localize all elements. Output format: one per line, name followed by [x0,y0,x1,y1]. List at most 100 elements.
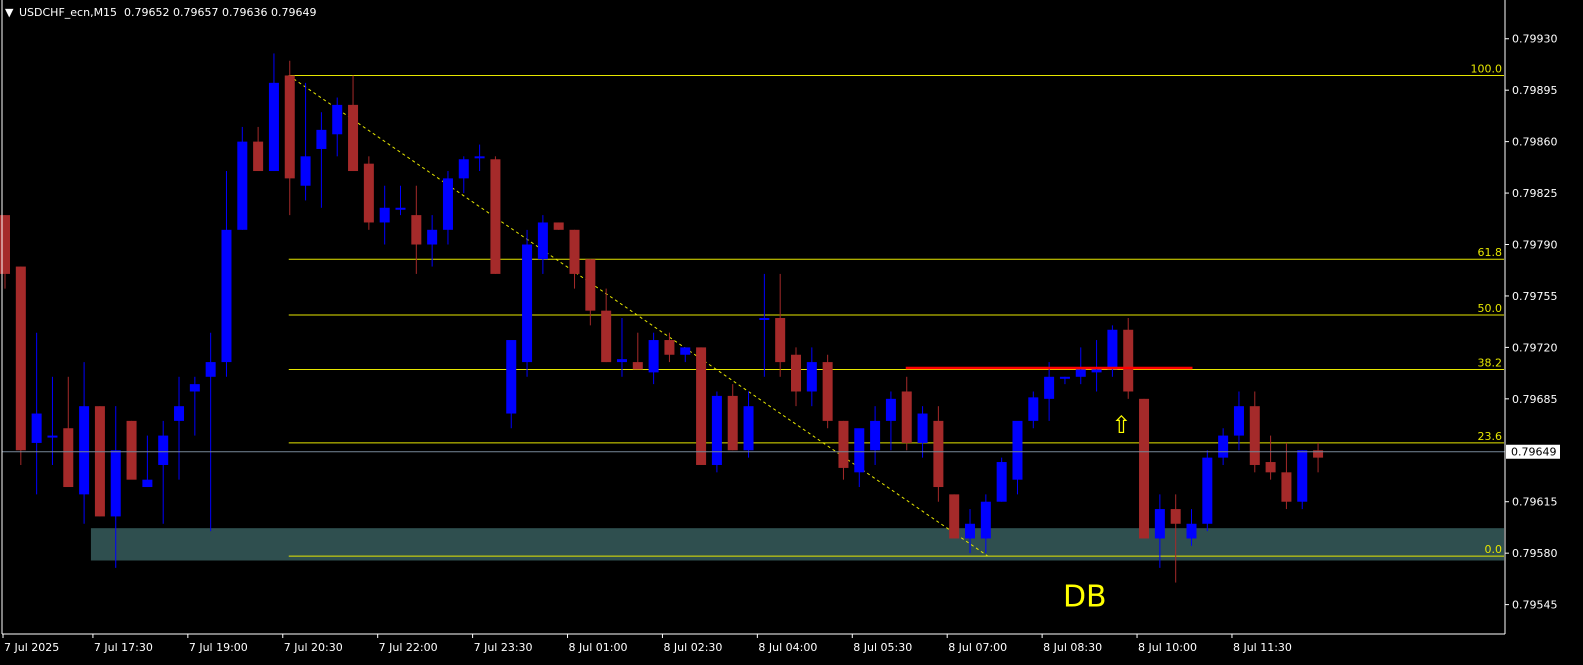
candle-body [237,141,248,230]
candle-body [743,406,754,451]
candle-body [1028,397,1039,421]
candle-body [1075,369,1086,377]
candle-body [284,75,295,179]
candle-body [15,266,26,451]
candle-body [110,450,121,517]
price-tick-label: 0.79545 [1512,599,1558,612]
price-tick-label: 0.79930 [1512,33,1558,46]
candle-body [933,420,944,488]
price-tick-label: 0.79895 [1512,84,1558,97]
candle-body [142,479,153,488]
candle-body [189,384,200,392]
candle-body [727,395,738,451]
candle-body [1297,450,1308,502]
candle-body [442,178,453,230]
candle-body [1202,457,1213,524]
price-tick-label: 0.79790 [1512,239,1558,252]
candle-body [458,159,469,179]
candle-body [601,310,612,363]
candle-body [616,359,627,363]
candle-body [822,362,833,421]
candle-body [363,163,374,223]
time-tick-label: 7 Jul 17:30 [94,641,153,654]
candle-body [332,104,343,135]
time-tick-label: 8 Jul 02:30 [663,641,722,654]
fib-level-label: 0.0 [1485,543,1503,556]
candle-body [664,340,675,355]
candle-body [1233,406,1244,436]
candle-body [126,420,137,480]
time-tick-label: 8 Jul 11:30 [1233,641,1292,654]
candle-body [759,318,770,320]
candle-body [1139,398,1150,539]
candle-body [806,362,817,392]
candle-body [94,406,105,517]
candle-body [79,406,90,495]
price-tick-label: 0.79720 [1512,341,1558,354]
candle-body [316,129,327,149]
price-tick-label: 0.79685 [1512,393,1558,406]
price-chart[interactable]: 100.0 61.8 50.0 38.2 23.6 0.0 DB ⇧ 0.79930 0.79… [0,0,1583,665]
candle-body [965,523,976,539]
time-tick-label: 8 Jul 07:00 [948,641,1007,654]
symbol-label: USDCHF_ecn,M15 [19,6,117,19]
price-tick-label: 0.79755 [1512,290,1558,303]
candle-body [775,318,786,363]
candle-body [632,362,643,370]
candle-body [553,222,564,230]
candle-body [838,420,849,468]
header-arrow-icon[interactable]: ▼ [5,6,14,19]
time-tick-label: 7 Jul 19:00 [189,641,248,654]
candle-body [522,244,533,363]
price-tick-label: 0.79860 [1512,136,1558,149]
candle-body [537,222,548,260]
candle-body [158,435,169,465]
candle-body [1170,509,1181,524]
candle-body [300,156,311,186]
candle-body [47,435,58,438]
candle-body [63,428,74,488]
time-tick-label: 8 Jul 05:30 [853,641,912,654]
candle-body [870,420,881,451]
time-tick-label: 8 Jul 01:00 [569,641,628,654]
candle-body [268,82,279,172]
fib-level-label: 38.2 [1478,356,1503,369]
time-tick-label: 7 Jul 22:00 [379,641,438,654]
time-tick-label: 8 Jul 10:00 [1138,641,1197,654]
candle-body [980,501,991,539]
candle-body [411,215,422,245]
candle-body [427,229,438,245]
candle-body [711,395,722,465]
candle-body [1281,472,1292,502]
candle-body [31,413,42,443]
time-tick-label: 8 Jul 04:00 [758,641,817,654]
candle-body [854,428,865,473]
candle-body [1059,376,1070,379]
candle-body [917,413,928,443]
candle-body [348,104,359,172]
time-tick-label: 7 Jul 20:30 [284,641,343,654]
candle-body [395,207,406,210]
candle-body [490,159,501,274]
fib-level-label: 50.0 [1478,302,1503,315]
fib-level-label: 61.8 [1478,246,1503,259]
candle-body [1218,435,1229,458]
candle-body [1012,420,1023,480]
candle-body [1249,406,1260,465]
candle-body [1091,369,1102,373]
candle-body [506,340,517,414]
candle-body [253,141,264,172]
fib-level-label: 23.6 [1478,430,1503,443]
candle-body [585,259,596,311]
price-tick-label: 0.79580 [1512,547,1558,560]
candle-body [1123,329,1134,392]
candle-body [379,207,390,223]
candle-body [205,362,216,377]
candle-body [221,229,232,363]
candle-body [1044,376,1055,399]
time-tick-label: 7 Jul 2025 [4,641,59,654]
double-bottom-label: DB [1063,579,1107,614]
price-tick-label: 0.79615 [1512,496,1558,509]
candle-body [569,229,580,274]
current-price-label: 0.79649 [1511,446,1557,459]
